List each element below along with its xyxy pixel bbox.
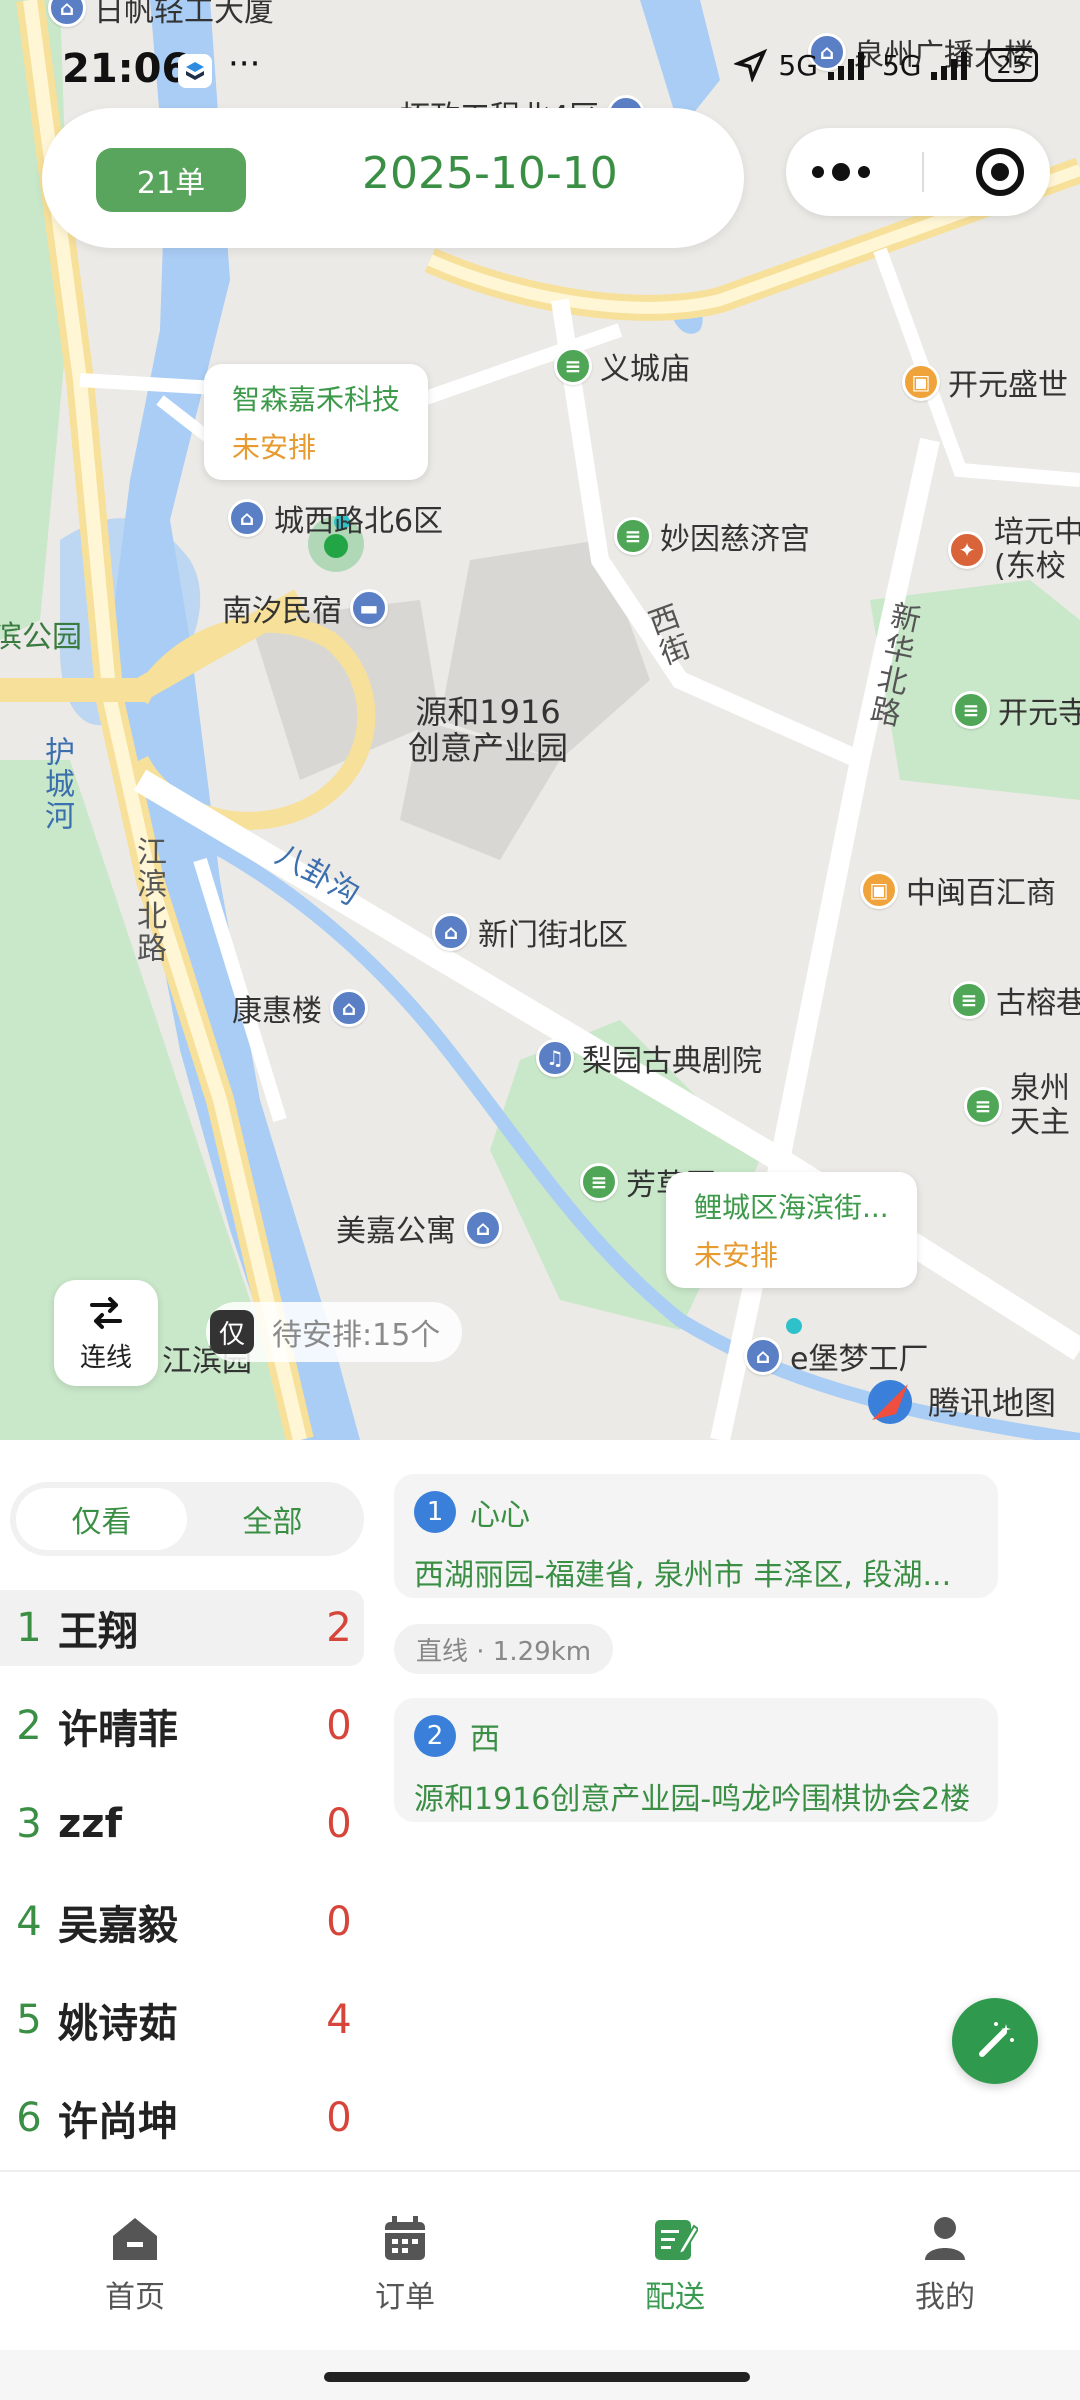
stop-address: 源和1916创意产业园-鸣龙吟围棋协会2楼 [414, 1782, 971, 1817]
poi-yuanhe-1916[interactable]: 源和1916 创意产业园 [408, 694, 568, 766]
bottom-tab-bar: 首页 订单 配送 我的 [0, 2170, 1080, 2350]
building-icon: ⌂ [228, 499, 266, 537]
network-type-2: 5G [881, 48, 922, 82]
poi-kaiyuan-temple[interactable]: ≡ 开元寺 [952, 688, 1080, 732]
road-label-huchenghe: 护城河 [39, 736, 74, 832]
pending-filter[interactable]: 仅 待安排:15个 [206, 1302, 463, 1362]
poi-yicheng-temple[interactable]: ≡ 义城庙 [554, 344, 690, 388]
close-miniapp-icon[interactable] [976, 148, 1024, 196]
building-icon: ⌂ [464, 1209, 502, 1247]
poi-kaiyuan-shengshi[interactable]: ▣ 开元盛世 [902, 360, 1068, 404]
poi-miaoyin-palace[interactable]: ≡ 妙因慈济宫 [614, 514, 810, 558]
driver-row[interactable]: 3 zzf 0 [0, 1786, 364, 1862]
driver-row[interactable]: 5 姚诗茹 4 [0, 1982, 364, 2058]
driver-row[interactable]: 1 王翔 2 [0, 1590, 364, 1666]
stop-card[interactable]: 2 西 源和1916创意产业园-鸣龙吟围棋协会2楼 [394, 1698, 998, 1822]
poi-rifan-building[interactable]: ⌂ 日帆轻工大厦 [48, 0, 274, 30]
order-header: 21单 2025-10-10 [42, 108, 744, 248]
status-bar: 21:06 ··· 5G 5G 25 [0, 38, 1080, 102]
driver-row[interactable]: 2 许晴菲 0 [0, 1688, 364, 1764]
road-label-jiangbin-north: 江滨北路 [131, 836, 166, 964]
person-icon [925, 2217, 965, 2260]
more-status-icon: ··· [228, 44, 261, 84]
battery-icon: 25 [985, 48, 1038, 82]
school-icon: ✦ [948, 531, 986, 569]
home-icon [113, 2218, 157, 2260]
magic-wand-button[interactable] [952, 1998, 1038, 2084]
poi-nanxi-inn[interactable]: 南汐民宿 ▬ [222, 586, 388, 630]
shop-icon: ▣ [860, 871, 898, 909]
music-icon: ♫ [536, 1039, 574, 1077]
tab-orders[interactable]: 订单 [270, 2172, 540, 2350]
magic-wand-icon [979, 2022, 1014, 2057]
distance-label: 直线 · 1.29km [394, 1624, 614, 1674]
home-indicator[interactable] [324, 2372, 750, 2382]
poi-quanzhou-church[interactable]: ≡ 泉州 天主 [964, 1072, 1070, 1140]
stop-name: 西 [470, 1722, 500, 1757]
poi-zhongmin-mall[interactable]: ▣ 中闽百汇商 [860, 868, 1056, 912]
poi-peiyuan-school[interactable]: ✦ 培元中 (东校 [948, 516, 1080, 584]
building-icon: ⌂ [432, 913, 470, 951]
map-tag-haibin[interactable]: 鲤城区海滨街... 未安排 [666, 1172, 917, 1288]
building-icon: ⌂ [744, 1337, 782, 1375]
stop-name: 心心 [470, 1498, 530, 1533]
poi-gurong-lane[interactable]: ≡ 古榕巷 [950, 978, 1080, 1022]
road-label-park: 滨公园 [0, 620, 82, 655]
tab-profile[interactable]: 我的 [810, 2172, 1080, 2350]
poi-liyuan-theatre[interactable]: ♫ 梨园古典剧院 [536, 1036, 762, 1080]
network-type: 5G [778, 48, 818, 82]
order-count-badge[interactable]: 21单 [96, 148, 246, 212]
park-icon: ≡ [580, 1163, 618, 1201]
map-tag-zhisen[interactable]: 智森嘉禾科技 未安排 [204, 364, 429, 480]
miniapp-capsule [786, 128, 1050, 216]
driver-row[interactable]: 6 许尚坤 0 [0, 2080, 364, 2156]
signal-icon-2 [931, 52, 968, 80]
edit-note-icon [655, 2220, 698, 2260]
stop-number: 1 [414, 1491, 456, 1533]
temple-icon: ≡ [614, 517, 652, 555]
connect-button[interactable]: 连线 [54, 1280, 158, 1386]
filter-all-button[interactable]: 全部 [187, 1488, 358, 1550]
tab-home[interactable]: 首页 [0, 2172, 270, 2350]
calendar-icon [385, 2216, 425, 2260]
temple-icon: ≡ [952, 691, 990, 729]
location-arrow-icon [734, 48, 768, 82]
temple-icon: ≡ [950, 981, 988, 1019]
stop-address: 西湖丽园-福建省, 泉州市 丰泽区, 段湖... [414, 1558, 952, 1593]
temple-icon: ≡ [554, 347, 592, 385]
stop-number: 2 [414, 1715, 456, 1757]
poi-ebao-factory[interactable]: ⌂ e堡梦工厂 [744, 1334, 928, 1378]
stop-card[interactable]: 1 心心 西湖丽园-福建省, 泉州市 丰泽区, 段湖... [394, 1474, 998, 1598]
building-icon: ⌂ [48, 0, 86, 27]
pending-count: 待安排:15个 [272, 1318, 441, 1353]
only-toggle[interactable]: 仅 [210, 1310, 254, 1354]
route-icon [90, 1296, 122, 1329]
poi-chengxi-north6[interactable]: ⌂ 城西路北6区 [228, 496, 443, 540]
poi-kanghui-building[interactable]: 康惠楼 ⌂ [232, 986, 368, 1030]
driver-list: 仅看 全部 1 王翔 2 2 许晴菲 0 3 zzf 0 4 吴嘉毅 0 5 姚… [0, 1440, 370, 2170]
poi-meijia-apartment[interactable]: 美嘉公寓 ⌂ [336, 1206, 502, 1250]
app-notification-icon [178, 54, 212, 88]
date-selector[interactable]: 2025-10-10 [362, 148, 618, 199]
status-indicators: 5G 5G 25 [734, 48, 1038, 82]
filter-toggle: 仅看 全部 [10, 1482, 364, 1556]
dispatch-panel: 仅看 全部 1 王翔 2 2 许晴菲 0 3 zzf 0 4 吴嘉毅 0 5 姚… [0, 1440, 1080, 2170]
building-icon: ⌂ [330, 989, 368, 1027]
shop-icon: ▣ [902, 363, 940, 401]
status-time: 21:06 [62, 46, 190, 92]
filter-only-button[interactable]: 仅看 [16, 1488, 187, 1550]
more-menu-icon[interactable] [812, 163, 870, 181]
poi-xinmen-north[interactable]: ⌂ 新门街北区 [432, 910, 628, 954]
church-icon: ≡ [964, 1087, 1002, 1125]
signal-icon [827, 52, 864, 80]
hotel-icon: ▬ [350, 589, 388, 627]
map-brand: 腾讯地图 [927, 1384, 1056, 1422]
driver-row[interactable]: 4 吴嘉毅 0 [0, 1884, 364, 1960]
tab-delivery[interactable]: 配送 [540, 2172, 810, 2350]
